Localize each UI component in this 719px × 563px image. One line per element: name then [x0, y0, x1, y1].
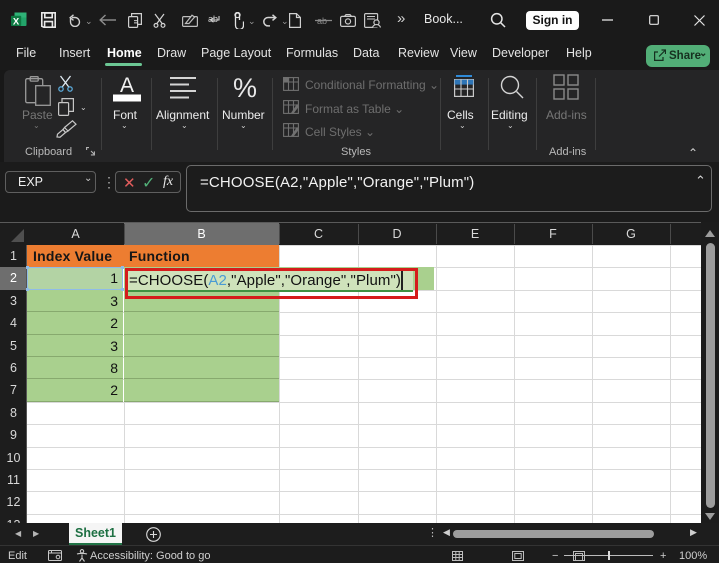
svg-text:X: X: [13, 17, 20, 28]
svg-text:A: A: [120, 74, 134, 97]
svg-text:%: %: [233, 73, 257, 103]
